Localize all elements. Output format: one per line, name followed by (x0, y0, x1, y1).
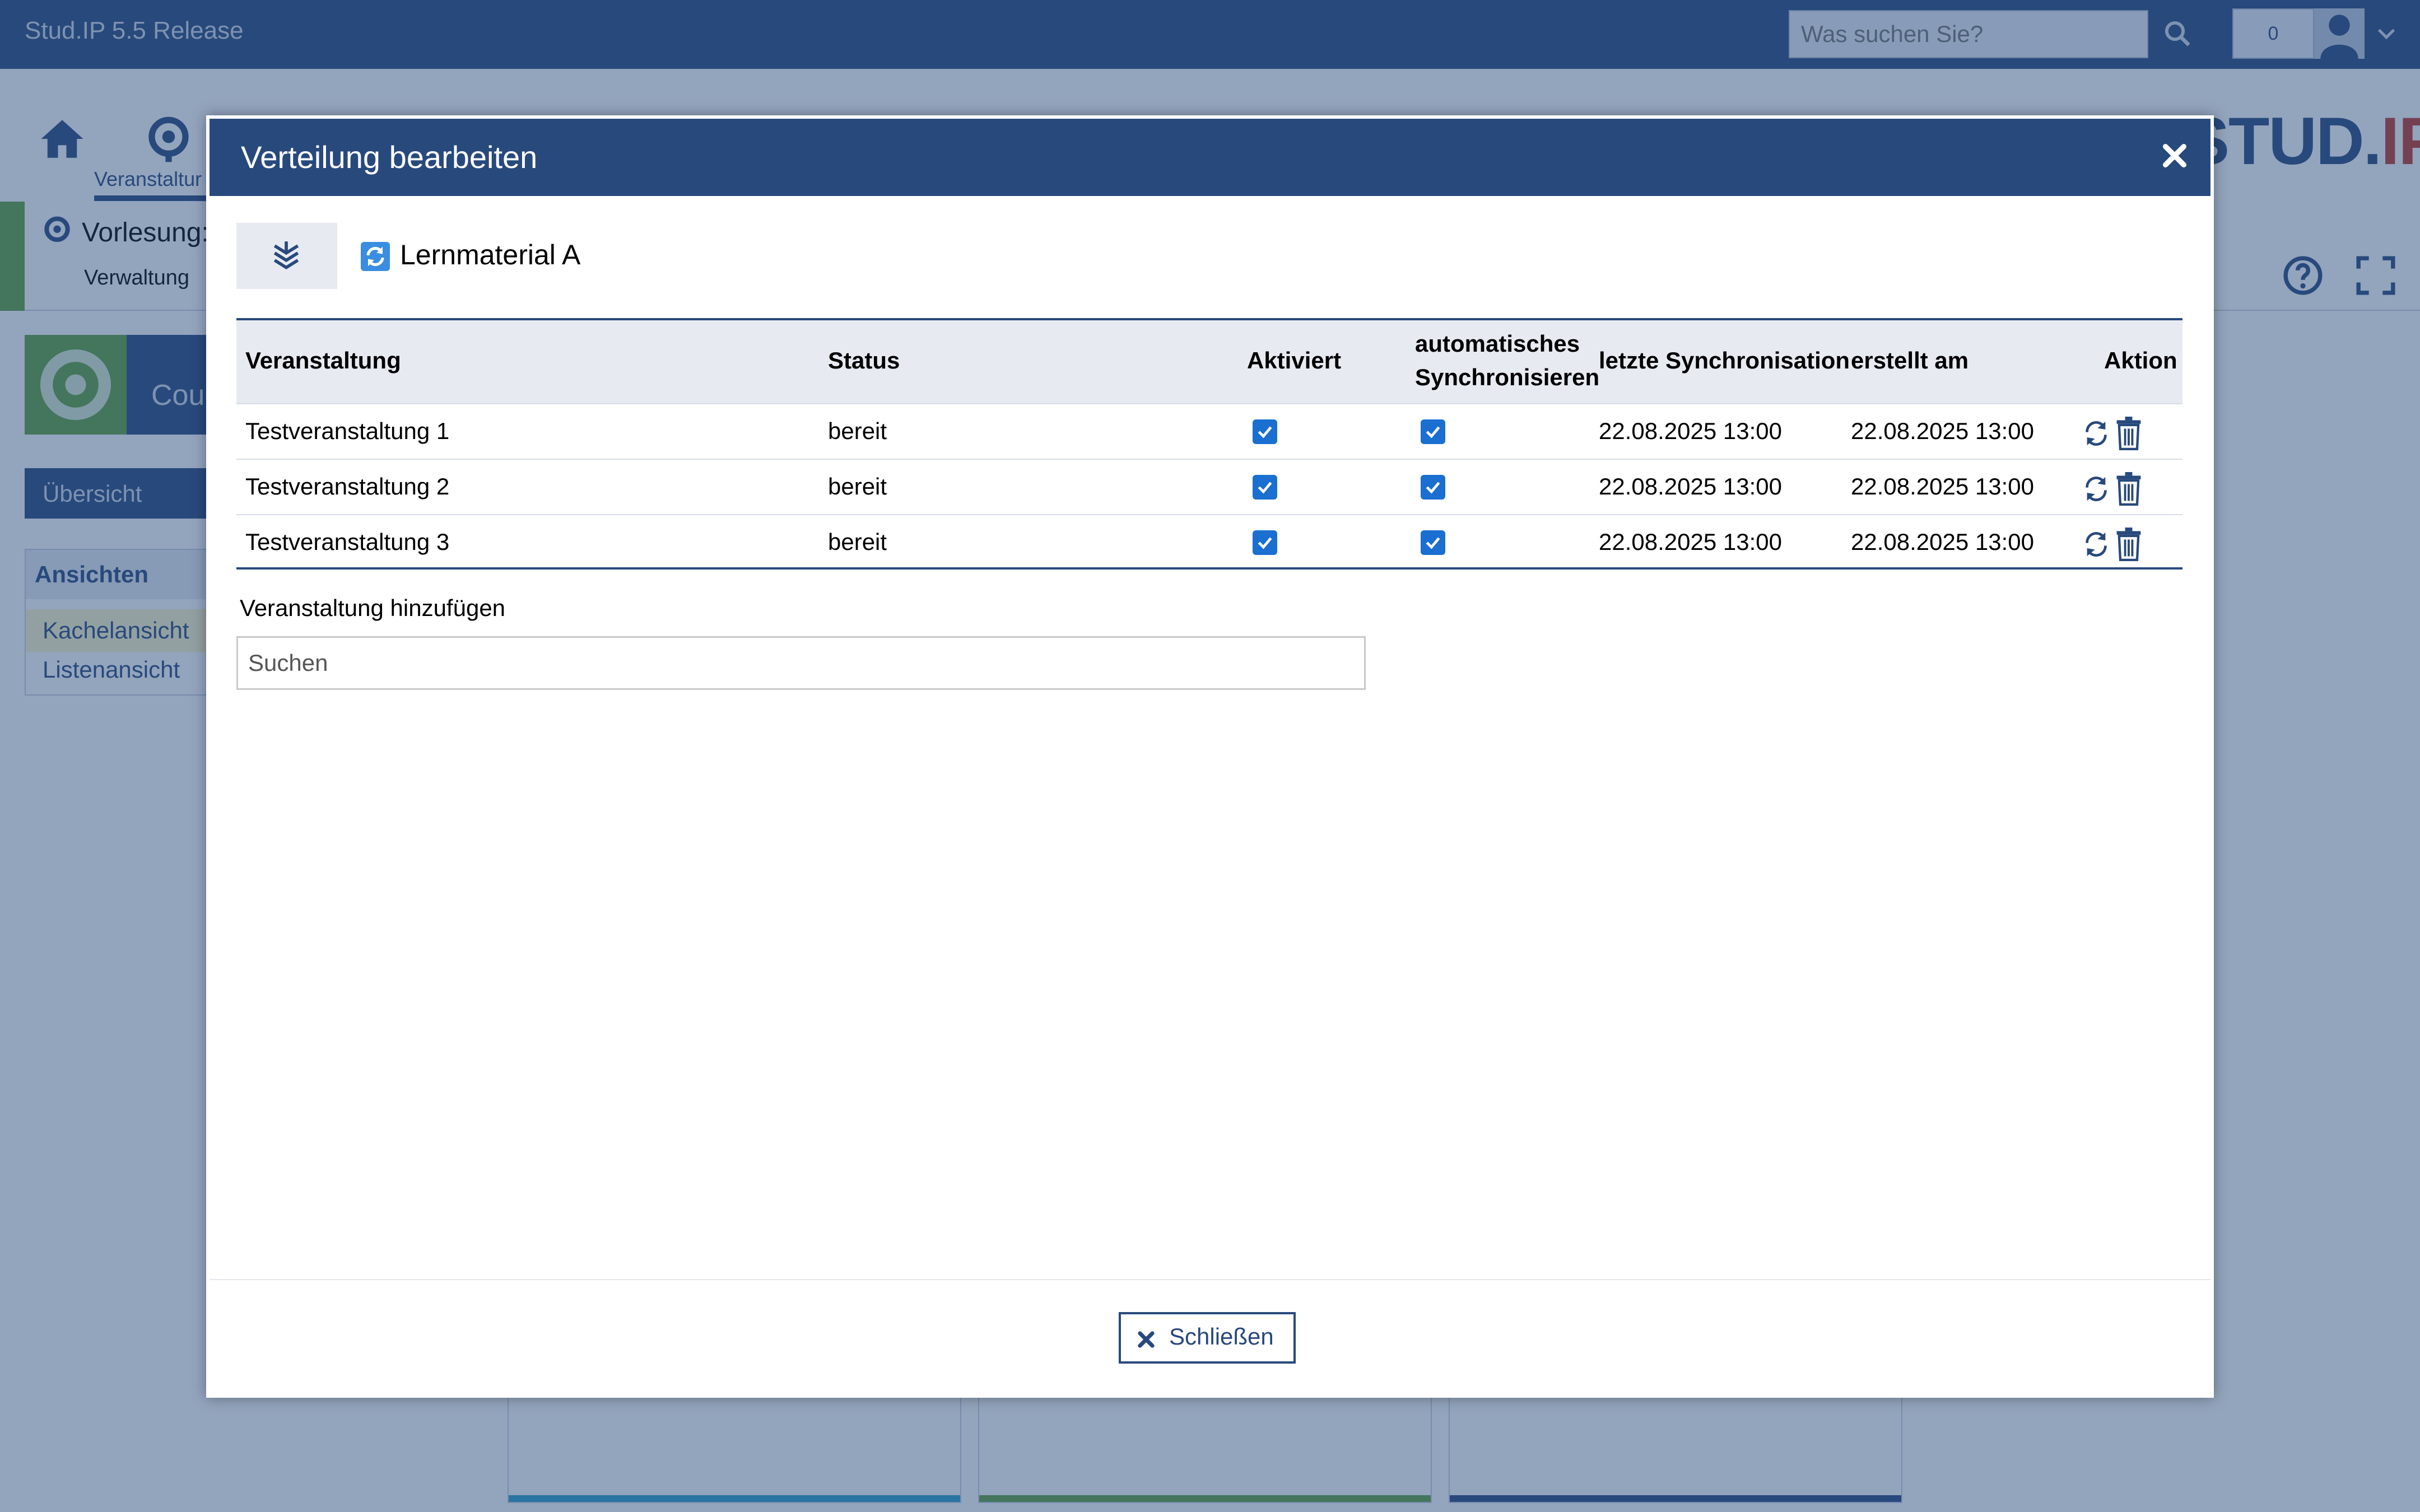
cell-course: Testveranstaltung 2 (245, 473, 450, 500)
dialog-titlebar: Verteilung bearbeiten (210, 119, 2210, 196)
dialog-title: Verteilung bearbeiten (241, 139, 538, 175)
auto-sync-checkbox[interactable] (1421, 530, 1445, 555)
add-course-search-input[interactable] (236, 636, 1366, 690)
cell-course: Testveranstaltung 3 (245, 529, 450, 555)
cell-last-sync: 22.08.2025 13:00 (1599, 529, 1782, 555)
column-header-action: Aktion (2104, 347, 2177, 374)
activated-checkbox[interactable] (1253, 530, 1277, 555)
refresh-icon[interactable] (2081, 529, 2112, 560)
distribution-table: Veranstaltung Status Aktiviert automatis… (236, 318, 2182, 570)
cell-status: bereit (828, 529, 887, 555)
table-row: Testveranstaltung 3 bereit 22.08.2025 13… (236, 514, 2182, 570)
material-icon-box (236, 223, 337, 289)
close-button-label: Schließen (1169, 1323, 1274, 1350)
trash-icon[interactable] (2114, 528, 2143, 561)
trash-icon[interactable] (2114, 417, 2143, 450)
cell-last-sync: 22.08.2025 13:00 (1599, 473, 1782, 500)
refresh-icon[interactable] (2081, 473, 2112, 505)
close-icon (1138, 1331, 1155, 1348)
column-header-course: Veranstaltung (245, 347, 401, 374)
checkmark-icon (1258, 482, 1272, 494)
cell-course: Testveranstaltung 1 (245, 418, 450, 444)
table-header: Veranstaltung Status Aktiviert automatis… (236, 318, 2182, 403)
cell-created: 22.08.2025 13:00 (1851, 418, 2034, 444)
trash-icon[interactable] (2114, 472, 2143, 506)
close-button[interactable]: Schließen (1119, 1312, 1296, 1364)
column-header-last-sync: letzte Synchronisation (1599, 347, 1850, 374)
sync-badge (361, 242, 390, 271)
table-row: Testveranstaltung 2 bereit 22.08.2025 13… (236, 459, 2182, 514)
column-header-status: Status (828, 347, 900, 374)
close-icon[interactable] (2159, 140, 2190, 171)
column-header-activated: Aktiviert (1247, 347, 1342, 374)
sync-icon (366, 246, 384, 267)
refresh-icon[interactable] (2081, 418, 2112, 449)
cell-last-sync: 22.08.2025 13:00 (1599, 418, 1782, 444)
cell-status: bereit (828, 418, 887, 444)
column-header-auto-sync-line2: Synchronisieren (1415, 364, 1600, 390)
stack-icon (273, 241, 299, 270)
checkmark-icon (1426, 426, 1440, 438)
cell-created: 22.08.2025 13:00 (1851, 473, 2034, 500)
activated-checkbox[interactable] (1253, 419, 1277, 444)
checkmark-icon (1426, 482, 1440, 494)
add-course-label: Veranstaltung hinzufügen (240, 595, 506, 621)
auto-sync-checkbox[interactable] (1421, 419, 1445, 444)
auto-sync-checkbox[interactable] (1421, 475, 1445, 500)
material-title: Lernmaterial A (400, 239, 581, 270)
checkmark-icon (1426, 537, 1440, 549)
checkmark-icon (1258, 426, 1272, 438)
cell-created: 22.08.2025 13:00 (1851, 529, 2034, 555)
checkmark-icon (1258, 537, 1272, 549)
distribution-dialog: Verteilung bearbeiten Lernmaterial A Ver… (206, 115, 2214, 1398)
cell-status: bereit (828, 473, 887, 500)
table-row: Testveranstaltung 1 bereit 22.08.2025 13… (236, 403, 2182, 459)
dialog-footer: Schließen (210, 1279, 2210, 1394)
activated-checkbox[interactable] (1253, 475, 1277, 500)
column-header-created: erstellt am (1851, 347, 1969, 374)
column-header-auto-sync: automatisches (1415, 330, 1580, 357)
